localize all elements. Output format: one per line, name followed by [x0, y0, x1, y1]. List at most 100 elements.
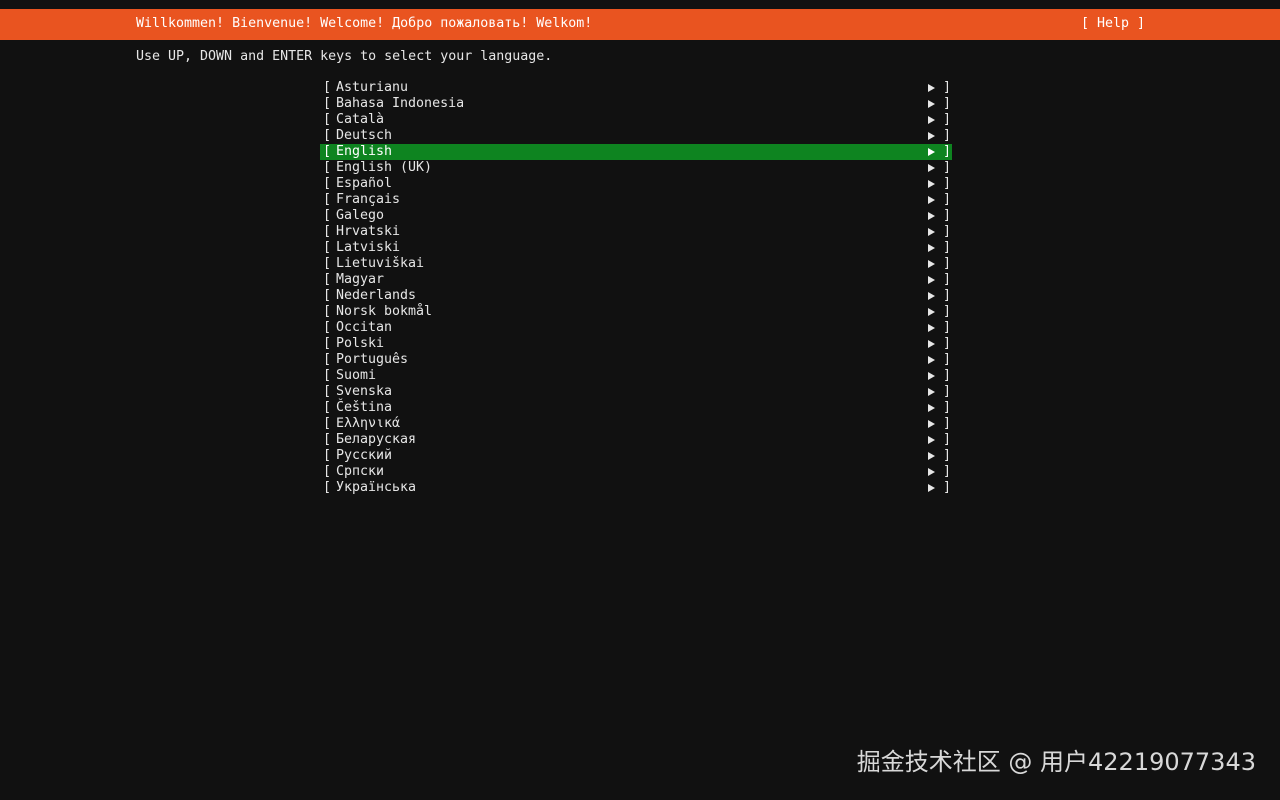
language-label: Suomi [336, 368, 377, 383]
language-label: Українська [336, 480, 417, 495]
language-label: Bahasa Indonesia [336, 96, 465, 111]
language-option[interactable]: [ Català] [320, 112, 952, 128]
bracket-close: ] [943, 352, 952, 367]
language-label: Polski [336, 336, 385, 351]
bracket-close: ] [943, 304, 952, 319]
arrow-right-icon [928, 116, 935, 124]
language-label: Català [336, 112, 385, 127]
bracket-close: ] [943, 144, 952, 159]
bracket-close: ] [943, 400, 952, 415]
language-option[interactable]: [ Suomi] [320, 368, 952, 384]
language-option[interactable]: [ Magyar] [320, 272, 952, 288]
bracket-close: ] [943, 192, 952, 207]
arrow-right-icon [928, 260, 935, 268]
language-option[interactable]: [Lietuviškai] [320, 256, 952, 272]
bracket-close: ] [943, 288, 952, 303]
arrow-right-icon [928, 132, 935, 140]
bracket-close: ] [943, 96, 952, 111]
bracket-close: ] [943, 272, 952, 287]
bracket-open: [ [323, 480, 332, 495]
language-option[interactable]: [ Svenska] [320, 384, 952, 400]
bracket-close: ] [943, 112, 952, 127]
arrow-right-icon [928, 484, 935, 492]
arrow-right-icon [928, 404, 935, 412]
language-option[interactable]: [Occitan] [320, 320, 952, 336]
language-list: [Asturianu] [Bahasa Indonesia] [Català] [De… [320, 80, 952, 496]
language-label: Deutsch [336, 128, 393, 143]
bracket-open: [ [323, 192, 332, 207]
bracket-open: [ [323, 208, 332, 223]
language-option[interactable]: [Español] [320, 176, 952, 192]
bracket-open: [ [323, 384, 332, 399]
bracket-close: ] [943, 432, 952, 447]
language-option[interactable]: [ Українська] [320, 480, 952, 496]
language-label: Беларуская [336, 432, 417, 447]
bracket-open: [ [323, 416, 332, 431]
bracket-open: [ [323, 112, 332, 127]
bracket-open: [ [323, 224, 332, 239]
language-option[interactable]: [Nederlands] [320, 288, 952, 304]
arrow-right-icon [928, 356, 935, 364]
bracket-close: ] [943, 240, 952, 255]
language-option[interactable]: [ Bahasa Indonesia] [320, 96, 952, 112]
language-option[interactable]: [Latviski] [320, 240, 952, 256]
language-label: Galego [336, 208, 385, 223]
language-option[interactable]: [ Русский] [320, 448, 952, 464]
language-label: Српски [336, 464, 385, 479]
language-label: Lietuviškai [336, 256, 425, 271]
bracket-close: ] [943, 448, 952, 463]
language-label: Norsk bokmål [336, 304, 433, 319]
language-label: Ελληνικά [336, 416, 401, 431]
language-option[interactable]: [Português] [320, 352, 952, 368]
bracket-close: ] [943, 480, 952, 495]
language-option[interactable]: [Беларуская] [320, 432, 952, 448]
language-option[interactable]: [ Galego] [320, 208, 952, 224]
bracket-close: ] [943, 336, 952, 351]
language-option[interactable]: [Deutsch] [320, 128, 952, 144]
language-option[interactable]: [Polski] [320, 336, 952, 352]
arrow-right-icon [928, 180, 935, 188]
bracket-close: ] [943, 176, 952, 191]
arrow-right-icon [928, 164, 935, 172]
arrow-right-icon [928, 244, 935, 252]
bracket-close: ] [943, 384, 952, 399]
bracket-open: [ [323, 368, 332, 383]
language-option[interactable]: [Hrvatski] [320, 224, 952, 240]
arrow-right-icon [928, 388, 935, 396]
bracket-open: [ [323, 128, 332, 143]
language-option[interactable]: [Ελληνικά] [320, 416, 952, 432]
bracket-close: ] [943, 80, 952, 95]
arrow-right-icon [928, 84, 935, 92]
bracket-open: [ [323, 448, 332, 463]
language-option[interactable]: [Norsk bokmål] [320, 304, 952, 320]
bracket-open: [ [323, 160, 332, 175]
bracket-open: [ [323, 352, 332, 367]
language-option[interactable]: [Čeština] [320, 400, 952, 416]
language-option[interactable]: [Српски] [320, 464, 952, 480]
header-title: Willkommen! Bienvenue! Welcome! Добро по… [136, 16, 593, 31]
instructions-text: Use UP, DOWN and ENTER keys to select yo… [136, 49, 553, 64]
language-label: Magyar [336, 272, 385, 287]
language-option[interactable]: [Français] [320, 192, 952, 208]
arrow-right-icon [928, 372, 935, 380]
bracket-open: [ [323, 288, 332, 303]
bracket-close: ] [943, 368, 952, 383]
help-button[interactable]: [ Help ] [1081, 16, 1145, 32]
arrow-right-icon [928, 340, 935, 348]
bracket-open: [ [323, 464, 332, 479]
bracket-open: [ [323, 144, 332, 159]
language-option[interactable]: [English (UK)] [320, 160, 952, 176]
bracket-open: [ [323, 176, 332, 191]
arrow-right-icon [928, 436, 935, 444]
bracket-open: [ [323, 320, 332, 335]
language-option[interactable]: [Asturianu] [320, 80, 952, 96]
language-option[interactable]: [English] [320, 144, 952, 160]
language-label: Svenska [336, 384, 393, 399]
bracket-close: ] [943, 208, 952, 223]
language-label: Русский [336, 448, 393, 463]
bracket-open: [ [323, 96, 332, 111]
bracket-open: [ [323, 240, 332, 255]
arrow-right-icon [928, 212, 935, 220]
language-label: Occitan [336, 320, 393, 335]
bracket-open: [ [323, 272, 332, 287]
